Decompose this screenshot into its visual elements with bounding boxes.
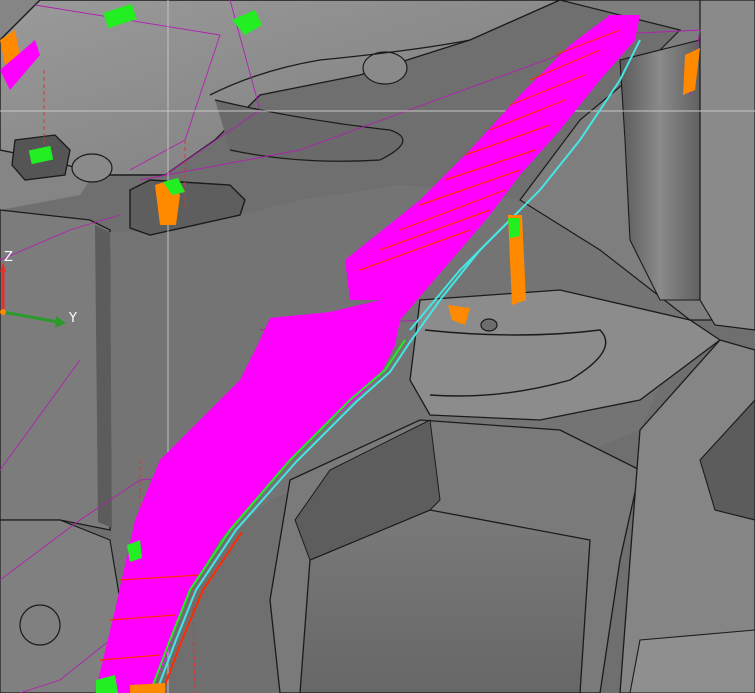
right-ledge	[699, 0, 755, 331]
cam-3d-viewport[interactable]: Z Y	[0, 0, 755, 693]
y-axis-label: Y	[68, 311, 77, 326]
upper-boss	[362, 51, 408, 85]
z-axis-label: Z	[4, 250, 13, 265]
bottom-right-ledge	[629, 629, 755, 693]
small-round-boss	[71, 153, 113, 183]
axis-origin	[0, 309, 6, 315]
left-block	[0, 209, 111, 531]
platform-hole	[480, 318, 498, 332]
